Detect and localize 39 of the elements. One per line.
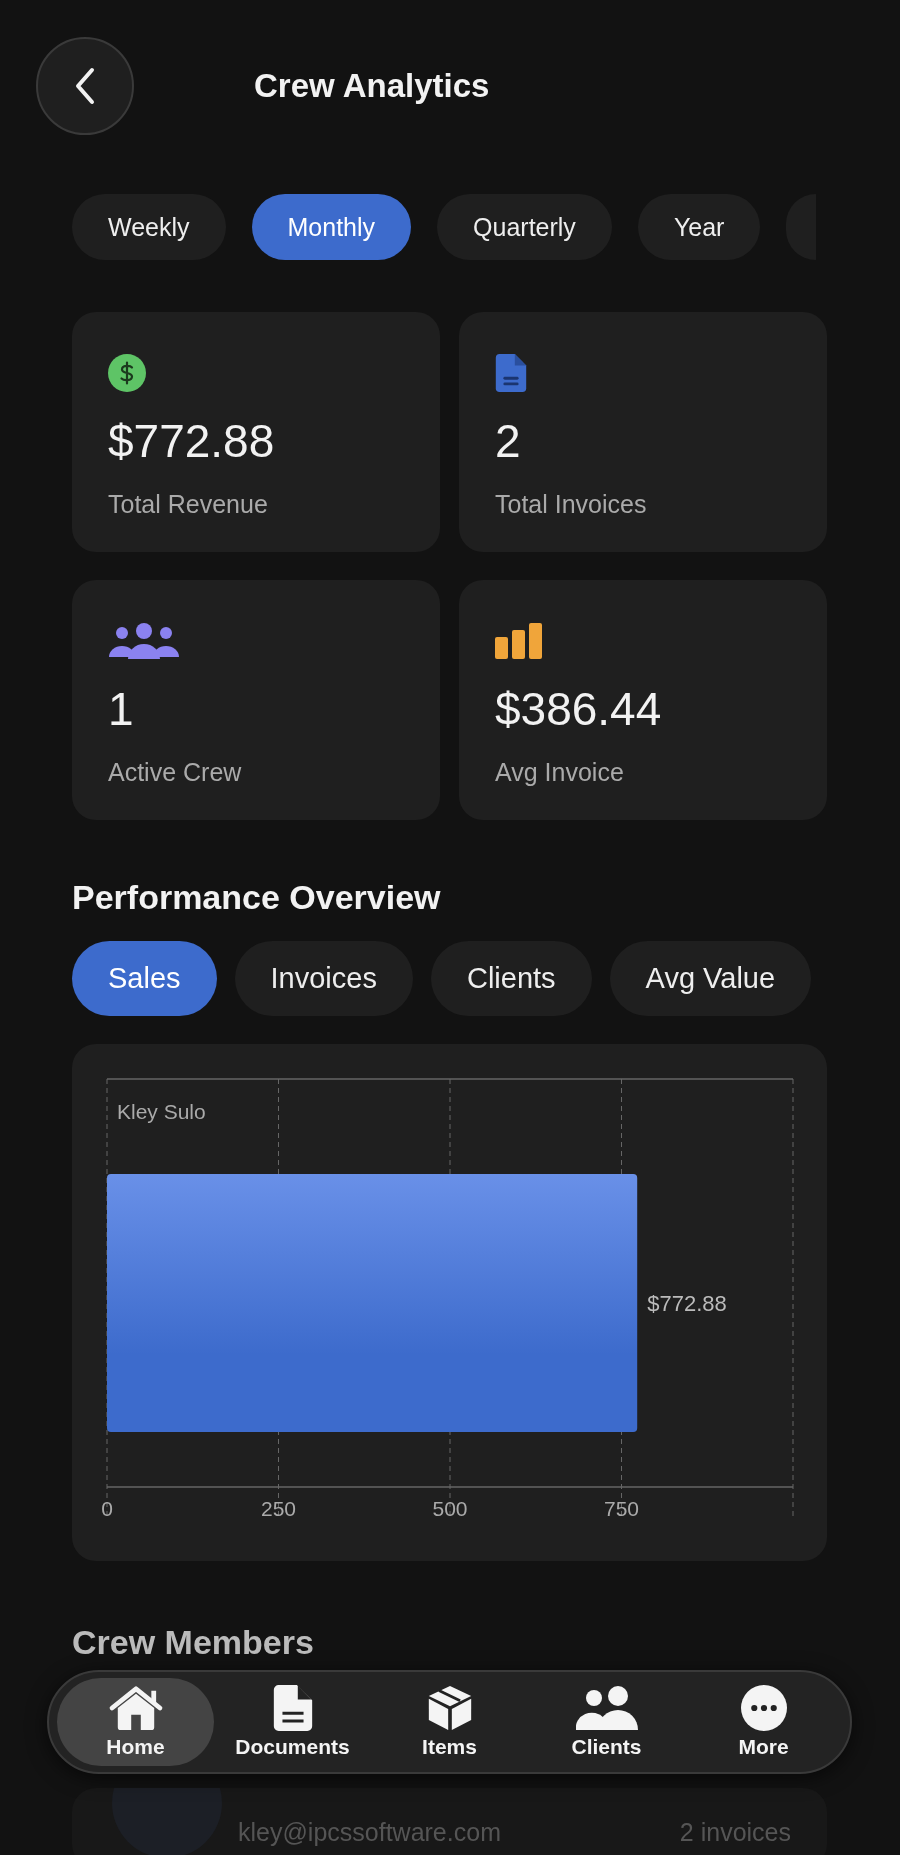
- period-tab[interactable]: Monthly: [251, 194, 412, 260]
- dollar-icon: [108, 354, 146, 392]
- nav-tab[interactable]: Documents: [214, 1678, 371, 1766]
- axis-tick-label: 250: [261, 1497, 296, 1520]
- page-title: Crew Analytics: [254, 67, 490, 105]
- metric-tab[interactable]: Invoices: [234, 941, 413, 1016]
- bar-chart-icon: [495, 622, 543, 660]
- section-title: Crew Members: [72, 1623, 315, 1662]
- stat-label: Total Invoices: [495, 490, 648, 519]
- metric-tab[interactable]: Clients: [430, 941, 592, 1016]
- home-icon: [107, 1685, 164, 1731]
- group-icon: [108, 622, 180, 660]
- stat-value: 1: [108, 682, 135, 736]
- nav-tab[interactable]: More: [685, 1678, 842, 1766]
- stat-value: $772.88: [108, 414, 276, 468]
- axis-tick-label: 500: [432, 1497, 468, 1520]
- stat-label: Avg Invoice: [495, 758, 625, 787]
- invoice-count: 2 invoices: [679, 1818, 791, 1847]
- member-email: kley@ipcssoftware.com: [238, 1818, 501, 1847]
- stat-label: Total Revenue: [108, 490, 269, 519]
- axis-tick-label: 0: [101, 1497, 113, 1520]
- metric-tab[interactable]: Avg Value: [609, 941, 812, 1016]
- people-icon: [575, 1685, 638, 1731]
- period-tab[interactable]: Quarterly: [437, 194, 612, 260]
- stat-label: Active Crew: [108, 758, 243, 787]
- nav-tab[interactable]: Home: [57, 1678, 214, 1766]
- document-icon: [495, 354, 527, 392]
- axis-tick-label: 750: [604, 1497, 639, 1520]
- period-tab[interactable]: Year: [637, 194, 761, 260]
- nav-tab[interactable]: Clients: [528, 1678, 685, 1766]
- stat-value: $386.44: [495, 682, 663, 736]
- stat-value: 2: [495, 414, 522, 468]
- document-icon: [272, 1685, 313, 1731]
- value-label: $772.88: [647, 1291, 727, 1316]
- nav-tab[interactable]: Items: [371, 1678, 528, 1766]
- metric-tab[interactable]: Sales: [72, 941, 217, 1016]
- period-tab[interactable]: Weekly: [72, 194, 226, 260]
- section-title: Performance Overview: [72, 878, 442, 917]
- category-label: Kley Sulo: [117, 1100, 206, 1123]
